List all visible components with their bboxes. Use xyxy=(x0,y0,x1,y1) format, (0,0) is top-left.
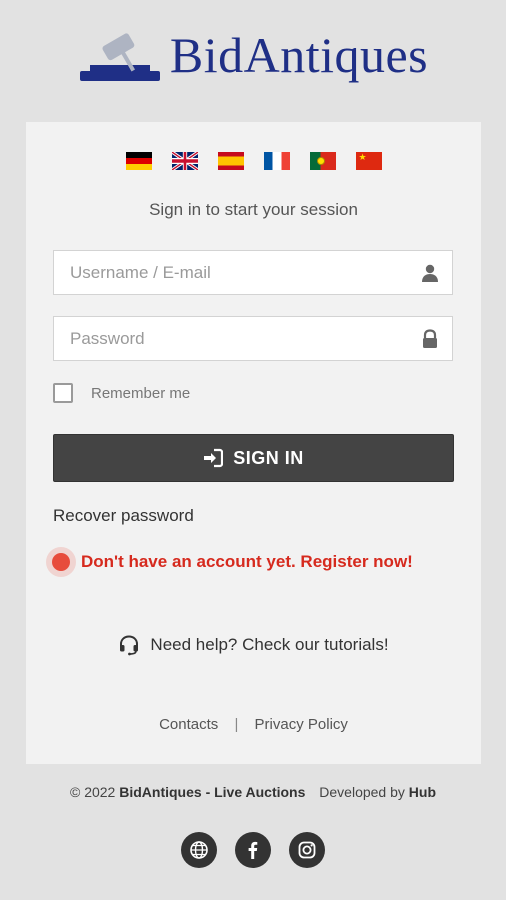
globe-icon xyxy=(190,841,208,859)
register-dot-icon xyxy=(52,553,70,571)
help-tutorials-link[interactable]: Need help? Check our tutorials! xyxy=(26,634,481,656)
remember-me-label: Remember me xyxy=(91,384,191,402)
brand-logo: BidAntiques xyxy=(0,24,506,86)
privacy-policy-link[interactable]: Privacy Policy xyxy=(255,716,348,733)
flag-english-icon[interactable] xyxy=(171,152,198,170)
help-text: Need help? Check our tutorials! xyxy=(150,635,389,654)
login-subtitle: Sign in to start your session xyxy=(149,200,358,219)
sign-in-label: SIGN IN xyxy=(233,447,304,468)
lock-icon xyxy=(423,329,437,348)
developer-name[interactable]: Hub xyxy=(409,784,436,800)
flag-german-icon[interactable] xyxy=(125,152,152,170)
password-field xyxy=(53,316,453,361)
remember-me-checkbox[interactable] xyxy=(53,383,73,403)
sign-in-button[interactable]: SIGN IN xyxy=(53,434,454,482)
username-field xyxy=(53,250,453,295)
instagram-button[interactable] xyxy=(289,832,325,868)
recover-password-link[interactable]: Recover password xyxy=(53,506,194,526)
password-input[interactable] xyxy=(54,317,410,360)
remember-me-row: Remember me xyxy=(53,382,190,404)
headset-icon xyxy=(120,635,139,656)
flag-chinese-icon[interactable] xyxy=(355,152,382,170)
link-separator: | xyxy=(234,716,239,733)
gavel-logo-icon xyxy=(79,33,160,81)
facebook-icon xyxy=(248,841,258,859)
user-icon xyxy=(422,264,438,282)
flag-portuguese-icon[interactable] xyxy=(309,152,336,170)
developed-by-label: Developed by xyxy=(319,784,405,800)
register-row[interactable]: Don't have an account yet. Register now! xyxy=(52,552,413,572)
sign-in-icon xyxy=(204,448,224,468)
brand-name: BidAntiques xyxy=(169,27,429,83)
copyright-line: © 2022 BidAntiques - Live Auctions Devel… xyxy=(0,784,506,800)
social-links xyxy=(0,832,506,868)
card-footer-links: Contacts | Privacy Policy xyxy=(26,716,481,733)
register-link[interactable]: Don't have an account yet. Register now! xyxy=(81,552,413,572)
flag-spanish-icon[interactable] xyxy=(217,152,244,170)
website-button[interactable] xyxy=(181,832,217,868)
language-selector xyxy=(26,152,481,170)
facebook-button[interactable] xyxy=(235,832,271,868)
flag-french-icon[interactable] xyxy=(263,152,290,170)
copyright-year: © 2022 xyxy=(69,784,116,800)
instagram-icon xyxy=(298,841,316,859)
contacts-link[interactable]: Contacts xyxy=(159,716,218,733)
company-name[interactable]: BidAntiques - Live Auctions xyxy=(119,784,305,800)
username-input[interactable] xyxy=(54,251,410,294)
login-card: Sign in to start your session Remember m… xyxy=(26,122,481,764)
